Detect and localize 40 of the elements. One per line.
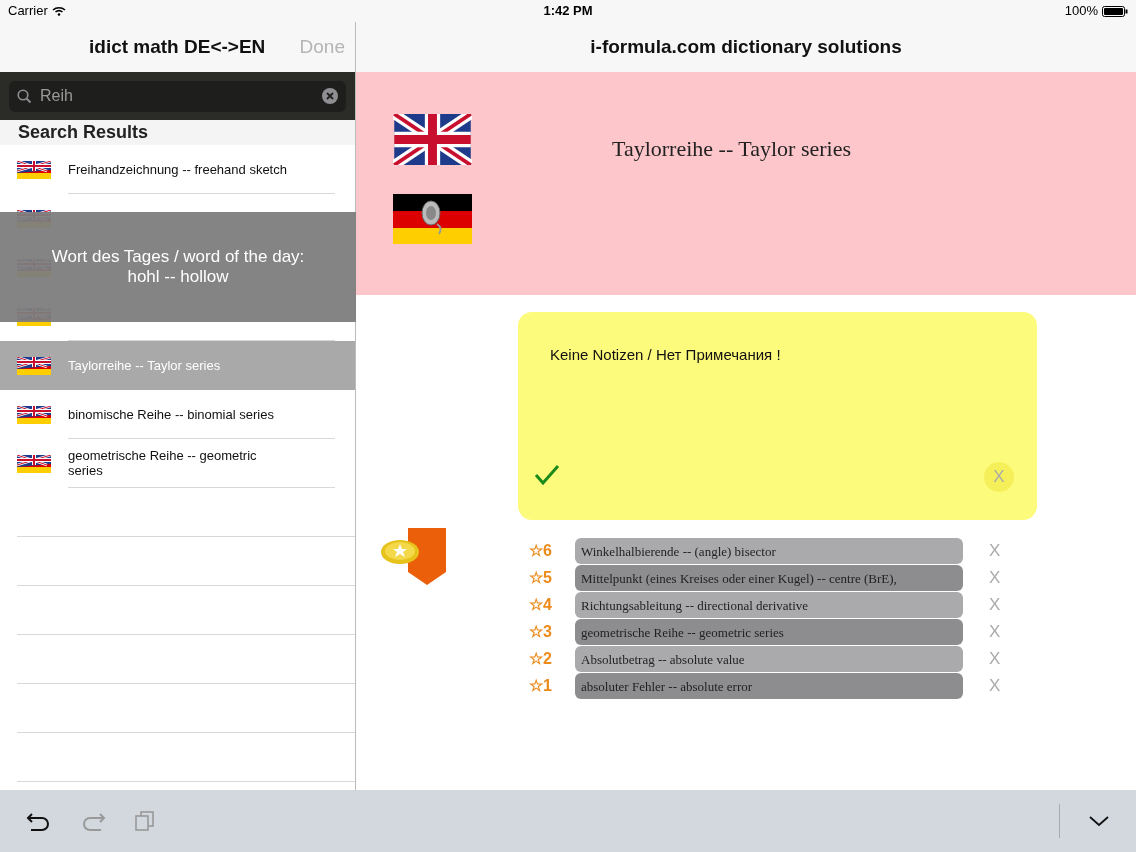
battery-percentage: 100% <box>1064 2 1098 21</box>
rank-label: ☆6 <box>528 540 553 561</box>
section-header: Search Results <box>18 121 149 144</box>
checkmark-icon[interactable] <box>534 464 560 486</box>
note-text: Keine Notizen / Нет Примечания ! <box>550 345 781 365</box>
uk-german-flag-icon <box>17 405 51 424</box>
clock-time: 1:42 PM <box>543 2 593 21</box>
result-text: Freihandzeichnung -- freehand sketch <box>68 161 288 177</box>
favorite-entry[interactable]: Winkelhalbierende -- (angle) bisector <box>575 537 963 564</box>
toast-text: hohl -- hollow <box>127 267 229 287</box>
result-text: Taylorreihe -- Taylor series <box>68 358 222 373</box>
carrier-label: Carrier <box>8 2 48 21</box>
rank-label: ☆1 <box>528 675 553 696</box>
favorite-entry[interactable]: Richtungsableitung -- directional derivative <box>575 591 963 618</box>
result-text: binomische Reihe -- binomial series <box>68 406 275 422</box>
uk-german-flag-icon <box>17 454 51 473</box>
undo-icon[interactable] <box>26 810 52 832</box>
page-title: i-formula.com dictionary solutions <box>590 34 902 59</box>
wifi-icon <box>51 6 66 16</box>
entry-heading: Taylorreihe -- Taylor series <box>612 135 852 163</box>
favorite-entry[interactable]: absoluter Fehler -- absolute error <box>575 672 963 699</box>
rank-label: ☆3 <box>528 621 553 642</box>
german-flag-speaker-icon[interactable] <box>393 194 472 244</box>
uk-flag-icon[interactable] <box>393 114 472 165</box>
favorite-entry[interactable]: Mittelpunkt (eines Kreises oder einer Kugel) -- centre (BrE), <box>575 564 963 591</box>
rank-label: ☆2 <box>528 648 553 669</box>
favorite-entry[interactable]: geometrische Reihe -- geometric series <box>575 618 963 645</box>
rank-label: ☆4 <box>528 594 553 615</box>
uk-german-flag-icon <box>17 356 51 375</box>
search-field[interactable]: Reih <box>9 80 346 112</box>
search-icon <box>17 88 32 104</box>
toast-text: Wort des Tages / word of the day: <box>51 247 305 267</box>
result-text: geometrische Reihe -- geometric series <box>68 448 258 478</box>
uk-german-flag-icon <box>17 160 51 179</box>
battery-icon <box>1102 5 1128 17</box>
chevron-down-icon[interactable] <box>1088 814 1110 828</box>
clear-icon[interactable] <box>322 88 338 104</box>
favorite-entry[interactable]: Absolutbetrag -- absolute value <box>575 645 963 672</box>
rank-label: ☆5 <box>528 567 553 588</box>
sidebar-title: idict math DE<->EN <box>89 34 266 59</box>
